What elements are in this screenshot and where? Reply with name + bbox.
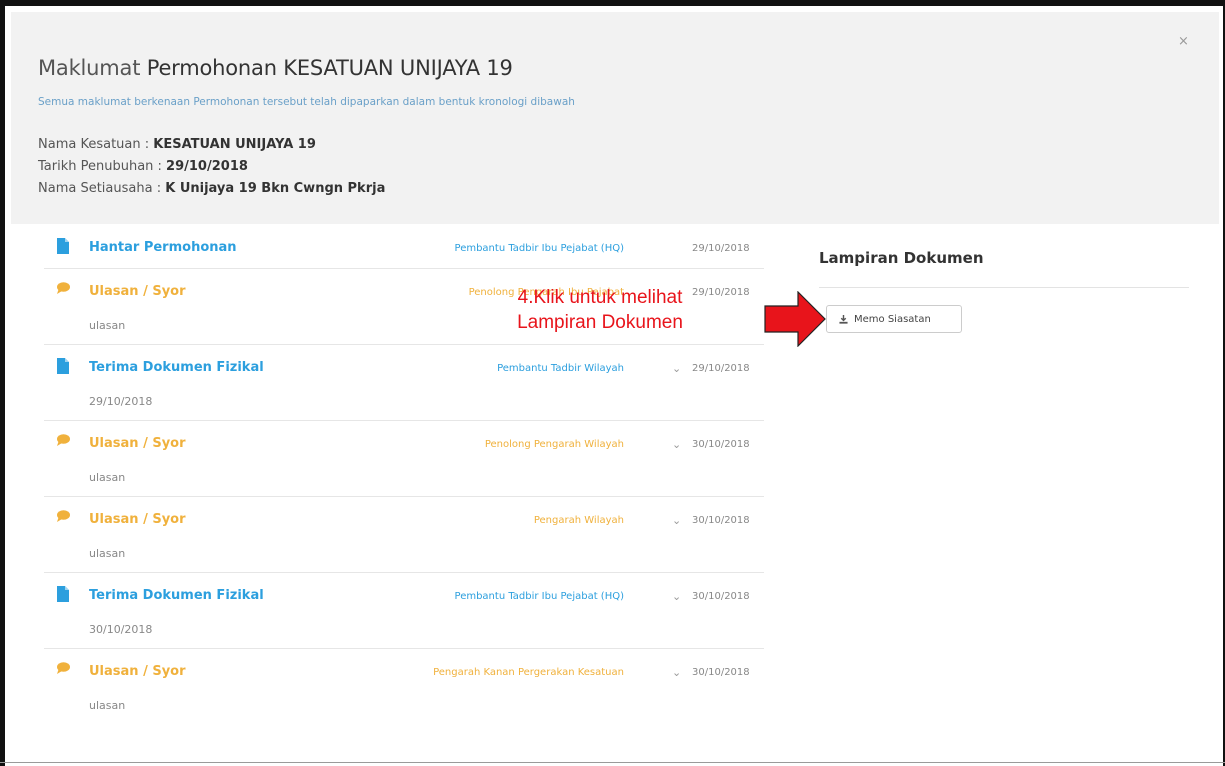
timeline-subtext: ulasan [89,471,126,484]
comment-icon [57,282,70,294]
document-icon [57,238,69,254]
timeline-date: 29/10/2018 [692,287,750,298]
modal-header: × Maklumat Permohonan KESATUAN UNIJAYA 1… [11,12,1219,224]
meta-label: Tarikh Penubuhan : [38,159,167,174]
download-icon [839,314,848,324]
document-icon [57,358,69,374]
meta-label: Nama Kesatuan : [38,137,154,152]
title-prefix: Maklumat [38,56,141,80]
meta-established-date: Tarikh Penubuhan : 29/10/2018 [38,159,248,174]
timeline-subtext: 30/10/2018 [89,623,153,636]
timeline-role: Pembantu Tadbir Ibu Pejabat (HQ) [454,243,624,254]
meta-secretary-name: Nama Setiausaha : K Unijaya 19 Bkn Cwngn… [38,181,385,196]
memo-siasatan-label: Memo Siasatan [854,313,931,325]
timeline-title[interactable]: Ulasan / Syor [89,512,186,527]
timeline-title[interactable]: Terima Dokumen Fizikal [89,588,264,603]
timeline-row: Ulasan / Syor ulasan Penolong Pengarah Wil… [44,421,764,497]
meta-value: 29/10/2018 [166,159,248,174]
memo-siasatan-button[interactable]: Memo Siasatan [826,305,962,333]
timeline-title[interactable]: Ulasan / Syor [89,664,186,679]
timeline-role: Pengarah Wilayah [533,515,624,526]
timeline-role: Pembantu Tadbir Wilayah [497,363,624,374]
chevron-down-icon[interactable]: ⌄ [672,438,681,451]
meta-union-name: Nama Kesatuan : KESATUAN UNIJAYA 19 [38,137,316,152]
timeline-row: Terima Dokumen Fizikal 29/10/2018 Pembantu… [44,345,764,421]
timeline-subtext: ulasan [89,319,126,332]
chevron-down-icon[interactable]: ⌄ [672,590,681,603]
annotation-arrow-icon [764,291,826,347]
timeline-role: Pengarah Kanan Pergerakan Kesatuan [433,667,624,678]
meta-label: Nama Setiausaha : [38,181,166,196]
timeline-date: 30/10/2018 [692,667,750,678]
comment-icon [57,510,70,522]
document-icon [57,586,69,602]
timeline-role: Pembantu Tadbir Ibu Pejabat (HQ) [454,591,624,602]
bottom-border [0,762,1225,763]
annotation-text: 4.Klik untuk melihat Lampiran Dokumen [500,285,700,335]
timeline-subtext: ulasan [89,699,126,712]
comment-icon [57,662,70,674]
annotation-line-2: Lampiran Dokumen [517,312,683,333]
timeline-date: 30/10/2018 [692,439,750,450]
meta-value: K Unijaya 19 Bkn Cwngn Pkrja [165,181,386,196]
chevron-down-icon[interactable]: ⌄ [672,362,681,375]
timeline-date: 29/10/2018 [692,363,750,374]
attachments-title: Lampiran Dokumen [819,249,984,267]
modal-title: Maklumat Permohonan KESATUAN UNIJAYA 19 [38,56,513,80]
timeline-row: Terima Dokumen Fizikal 30/10/2018 Pembantu… [44,573,764,649]
timeline-subtext: 29/10/2018 [89,395,153,408]
meta-value: KESATUAN UNIJAYA 19 [153,137,316,152]
chevron-down-icon[interactable]: ⌄ [672,514,681,527]
chevron-down-icon[interactable]: ⌄ [672,666,681,679]
annotation-line-1: 4.Klik untuk melihat [517,287,683,308]
timeline-row: Ulasan / Syor ulasan Pengarah Kanan Perger… [44,649,764,724]
timeline-date: 30/10/2018 [692,591,750,602]
comment-icon [57,434,70,446]
timeline-title[interactable]: Hantar Permohonan [89,240,237,255]
timeline-subtext: ulasan [89,547,126,560]
timeline-date: 30/10/2018 [692,515,750,526]
close-button[interactable]: × [1178,34,1189,49]
timeline-title[interactable]: Ulasan / Syor [89,284,186,299]
modal-subtitle: Semua maklumat berkenaan Permohonan ters… [38,96,575,108]
timeline-role: Penolong Pengarah Wilayah [484,439,624,450]
timeline-title[interactable]: Terima Dokumen Fizikal [89,360,264,375]
title-main: Permohonan KESATUAN UNIJAYA 19 [146,56,513,80]
timeline-row: Ulasan / Syor ulasan Pengarah Wilayah ⌄ 30/1… [44,497,764,573]
attachments-divider [819,287,1189,288]
timeline-title[interactable]: Ulasan / Syor [89,436,186,451]
timeline-date: 29/10/2018 [692,243,750,254]
timeline-row: Hantar Permohonan Pembantu Tadbir Ibu Pej… [44,225,764,269]
